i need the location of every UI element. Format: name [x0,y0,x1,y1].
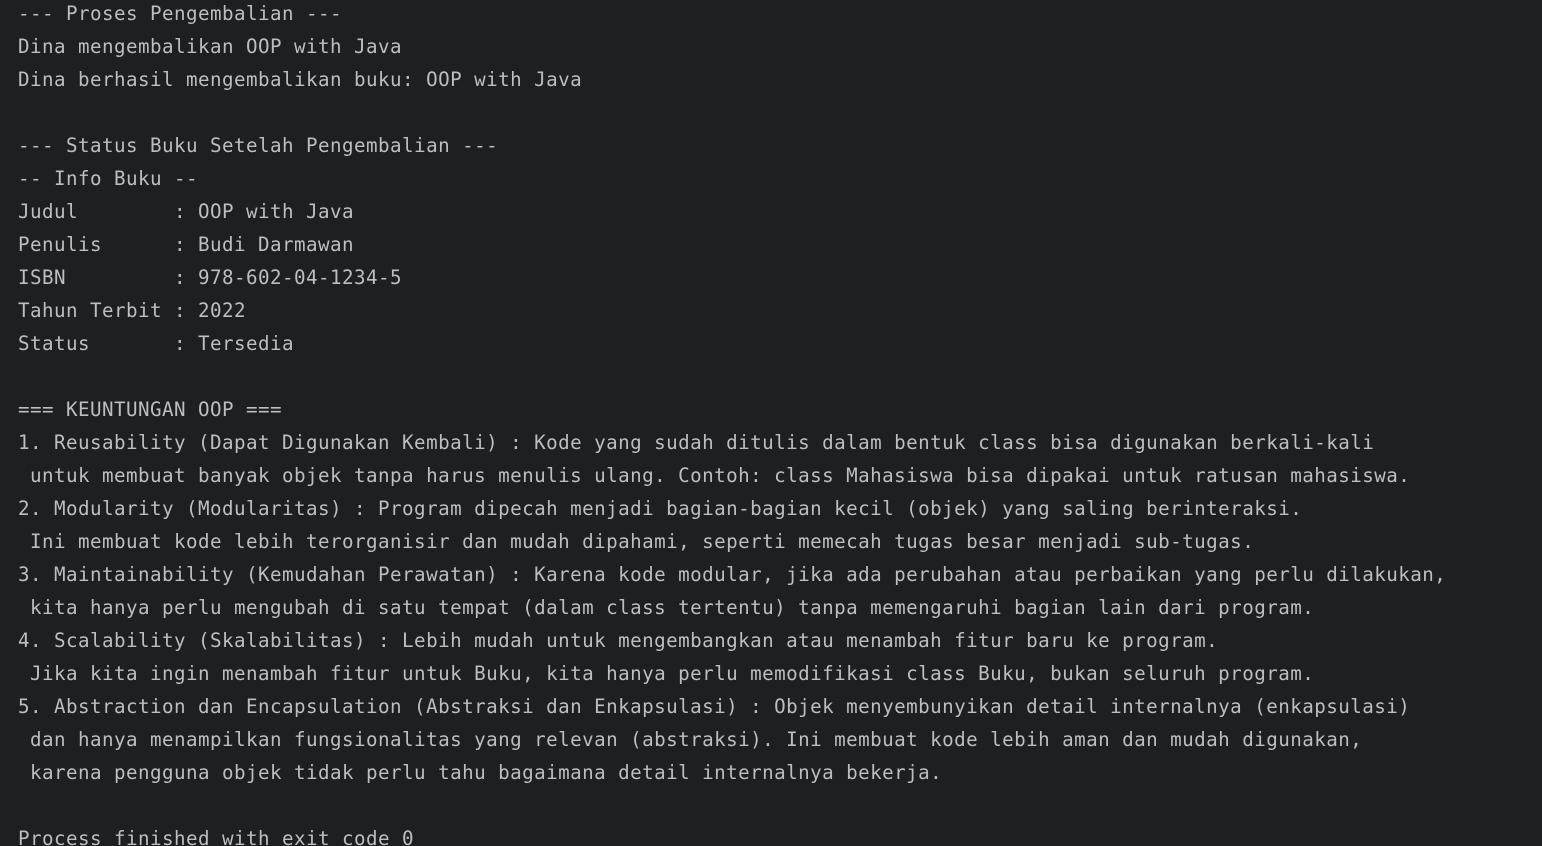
console-line: Judul : OOP with Java [18,200,355,223]
console-line: Penulis : Budi Darmawan [18,233,355,256]
console-line: Dina mengembalikan OOP with Java [18,35,403,58]
console-line: ISBN : 978-602-04-1234-5 [18,266,403,289]
console-line: --- Status Buku Setelah Pengembalian --- [18,134,499,157]
run-console-output[interactable]: --- Proses Pengembalian --- Dina mengemb… [0,0,1542,846]
console-line: kita hanya perlu mengubah di satu tempat… [18,596,1315,619]
console-line: 1. Reusability (Dapat Digunakan Kembali)… [18,431,1375,454]
console-line: untuk membuat banyak objek tanpa harus m… [18,464,1411,487]
exit-status-line: Process finished with exit code 0 [18,827,415,846]
console-lines: --- Proses Pengembalian --- Dina mengemb… [18,0,1542,846]
console-line: Ini membuat kode lebih terorganisir dan … [18,530,1255,553]
console-line: Tahun Terbit : 2022 [18,299,247,322]
console-line: karena pengguna objek tidak perlu tahu b… [18,761,943,784]
console-line: Status : Tersedia [18,332,295,355]
console-line: Jika kita ingin menambah fitur untuk Buk… [18,662,1315,685]
console-line: Dina berhasil mengembalikan buku: OOP wi… [18,68,583,91]
console-line: -- Info Buku -- [18,167,199,190]
console-line: === KEUNTUNGAN OOP === [18,398,283,421]
console-line: 5. Abstraction dan Encapsulation (Abstra… [18,695,1411,718]
console-line: 3. Maintainability (Kemudahan Perawatan)… [18,563,1447,586]
console-line: 4. Scalability (Skalabilitas) : Lebih mu… [18,629,1219,652]
console-line: dan hanya menampilkan fungsionalitas yan… [18,728,1363,751]
console-line: --- Proses Pengembalian --- [18,2,343,25]
console-line: 2. Modularity (Modularitas) : Program di… [18,497,1303,520]
